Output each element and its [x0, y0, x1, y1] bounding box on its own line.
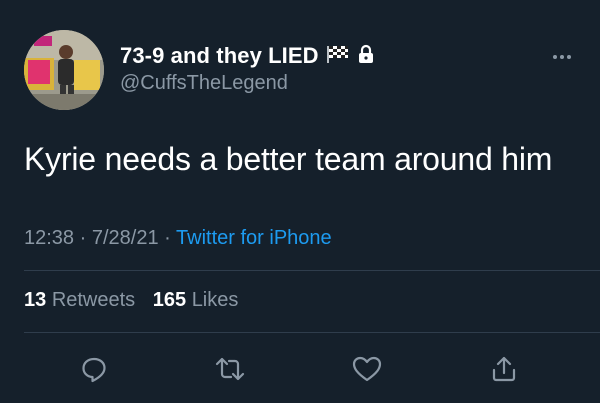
tweet-date[interactable]: 7/28/21: [92, 227, 159, 249]
divider: [24, 270, 600, 271]
display-name[interactable]: 73-9 and they LIED: [120, 43, 319, 69]
user-names: 73-9 and they LIED @CuffsTheLegend: [120, 42, 375, 95]
tweet-detail: 73-9 and they LIED @CuffsTheLegend Kyrie…: [0, 0, 600, 403]
tweet-text: Kyrie needs a better team around him: [24, 141, 553, 177]
retweet-button[interactable]: [213, 352, 247, 386]
lock-icon: [357, 44, 375, 69]
retweets-count: 13: [24, 289, 47, 311]
meta-separator: ·: [79, 227, 87, 249]
avatar[interactable]: [24, 30, 104, 110]
more-options-icon[interactable]: [552, 48, 572, 66]
divider: [24, 332, 600, 333]
tweet-meta: 12:38 · 7/28/21 · Twitter for iPhone: [24, 227, 332, 250]
display-name-row: 73-9 and they LIED: [120, 42, 375, 70]
likes-count: 165: [152, 289, 187, 311]
avatar-photo: [24, 30, 104, 110]
tweet-time[interactable]: 12:38: [24, 227, 74, 249]
share-icon: [492, 356, 516, 382]
likes-label: Likes: [191, 289, 239, 311]
retweet-icon: [215, 357, 245, 381]
user-handle[interactable]: @CuffsTheLegend: [120, 72, 375, 95]
checkered-flag-icon: [326, 44, 350, 69]
like-icon: [352, 356, 382, 382]
likes-stat[interactable]: 165 Likes: [153, 289, 239, 311]
tweet-actions: [0, 352, 600, 386]
reply-button[interactable]: [77, 352, 111, 386]
share-button[interactable]: [487, 352, 521, 386]
tweet-source-link[interactable]: Twitter for iPhone: [176, 227, 332, 249]
meta-separator: ·: [164, 227, 171, 249]
tweet-stats: 13 Retweets 165 Likes: [24, 289, 250, 312]
retweets-label: Retweets: [51, 289, 136, 311]
reply-icon: [82, 357, 106, 383]
retweets-stat[interactable]: 13 Retweets: [24, 289, 135, 311]
like-button[interactable]: [350, 352, 384, 386]
